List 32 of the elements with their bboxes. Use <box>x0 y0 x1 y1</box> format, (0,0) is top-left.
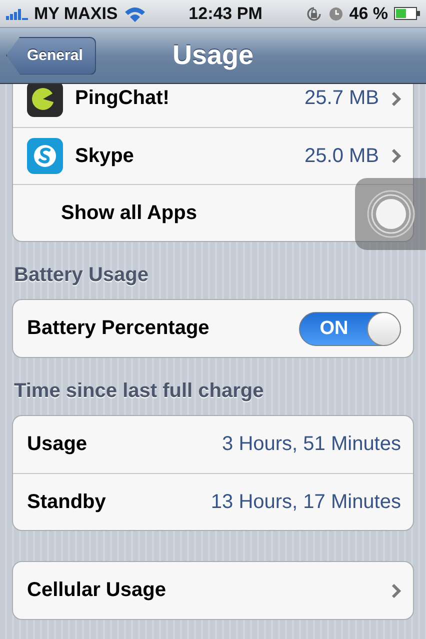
app-row[interactable]: Skype 25.0 MB <box>13 127 413 184</box>
app-size: 25.0 MB <box>304 144 379 168</box>
app-name: Skype <box>75 144 134 168</box>
app-size: 25.7 MB <box>304 87 379 110</box>
chevron-icon <box>391 148 401 164</box>
page-title: Usage <box>172 40 254 71</box>
app-name: PingChat! <box>75 87 170 110</box>
section-header: Time since last full charge <box>13 379 265 404</box>
app-row[interactable]: PingChat! 25.7 MB <box>13 84 413 127</box>
section-header: Battery Usage <box>13 263 150 288</box>
battery-icon <box>394 7 420 20</box>
app-icon <box>27 138 63 174</box>
stat-label: Usage <box>27 433 88 456</box>
stat-value: 3 Hours, 51 Minutes <box>222 433 401 456</box>
toggle-switch[interactable]: ON <box>299 312 401 346</box>
assistive-touch-button[interactable] <box>355 178 426 250</box>
chevron-icon <box>391 90 401 106</box>
cellular-row[interactable]: Cellular Usage <box>13 562 413 619</box>
show-all-label: Show all Apps <box>61 202 197 224</box>
wifi-icon <box>124 6 146 22</box>
stat-value: 13 Hours, 17 Minutes <box>210 490 401 514</box>
app-icon <box>27 84 63 116</box>
rotation-lock-icon <box>305 4 324 22</box>
chevron-icon <box>391 582 401 598</box>
cellular-label: Cellular Usage <box>27 579 166 602</box>
clock-time: 12:43 PM <box>188 4 262 24</box>
setting-label: Battery Percentage <box>27 317 210 340</box>
battery-percent: 46 % <box>349 4 388 24</box>
stat-label: Standby <box>27 490 106 514</box>
signal-icon <box>6 8 28 20</box>
carrier-name: MY MAXIS <box>34 4 118 24</box>
back-button[interactable]: General <box>6 36 96 74</box>
